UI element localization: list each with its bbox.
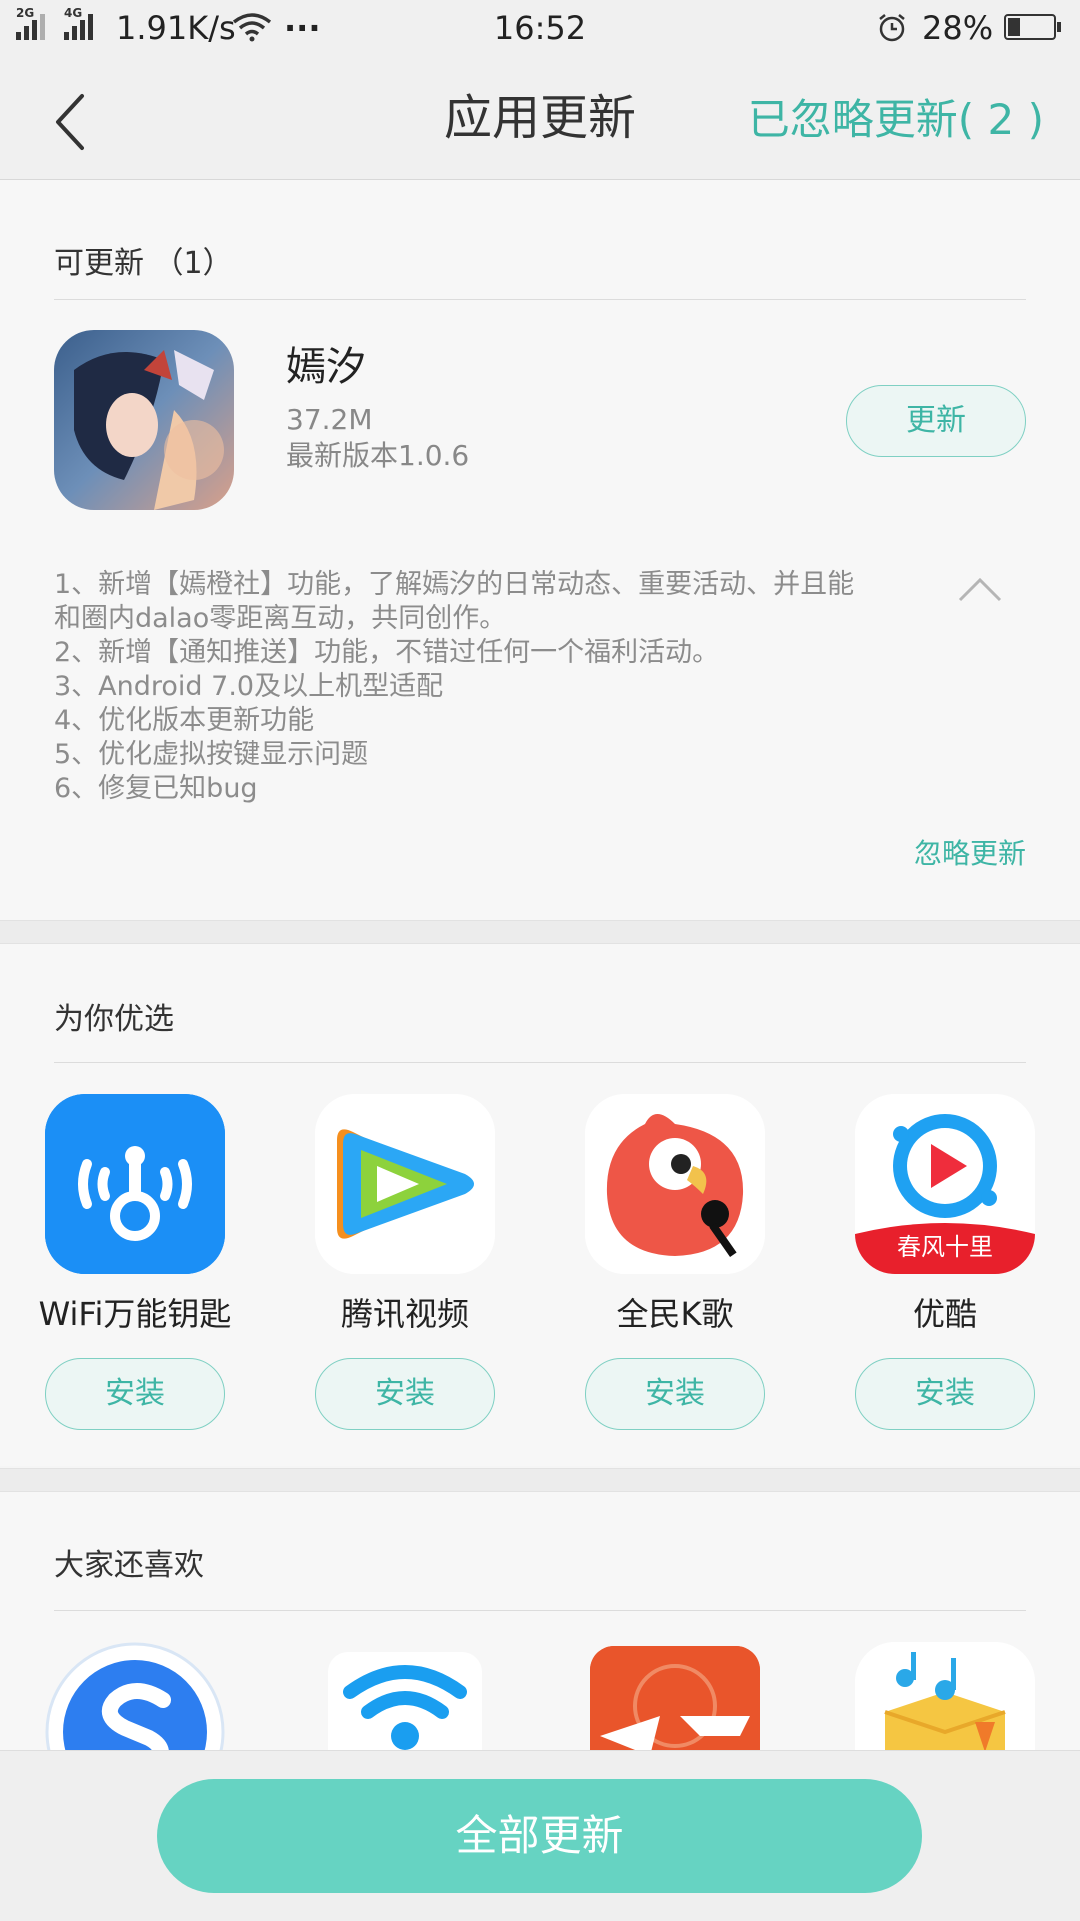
app-name: 腾讯视频 xyxy=(340,1295,469,1333)
clock: 16:52 xyxy=(493,9,587,47)
parrot-icon[interactable] xyxy=(585,1094,765,1274)
app-size: 37.2M xyxy=(286,403,373,436)
wifi-key-icon[interactable] xyxy=(45,1094,225,1274)
cf-game-icon[interactable] xyxy=(590,1646,760,1752)
play-icon[interactable] xyxy=(315,1094,495,1274)
also-liked-section: 大家还喜欢 xyxy=(0,1492,1080,1752)
app-name: 全民K歌 xyxy=(616,1295,734,1333)
release-note-line: 6、修复已知bug xyxy=(54,773,258,804)
section-title-picks: 为你优选 xyxy=(54,1002,174,1037)
release-note-line: 3、Android 7.0及以上机型适配 xyxy=(54,671,444,702)
bottom-bar: 全部更新 xyxy=(0,1750,1080,1921)
ignore-update-link[interactable]: 忽略更新 xyxy=(914,834,1026,874)
icon-badge-text: 春风十里 xyxy=(897,1233,993,1261)
app-name: WiFi万能钥匙 xyxy=(38,1295,232,1333)
section-gap xyxy=(0,1468,1080,1492)
release-note-line: 和圈内dalao零距离互动，共同创作。 xyxy=(54,603,507,634)
youku-play-icon[interactable]: 春风十里 xyxy=(855,1094,1035,1274)
ignored-updates-link[interactable]: 已忽略更新( 2 ) xyxy=(748,92,1044,148)
app-name: 优酷 xyxy=(912,1295,977,1333)
recommended-section: 为你优选 WiFi万能钥匙 安装 腾讯视频 安装 全民K歌 安装 春风十里 优酷… xyxy=(0,944,1080,1466)
recommended-app: 全民K歌 安装 xyxy=(585,1094,765,1430)
app-version: 最新版本1.0.6 xyxy=(286,439,470,472)
recommended-app: WiFi万能钥匙 安装 xyxy=(39,1094,231,1430)
app-icon-yanxi[interactable] xyxy=(54,330,234,510)
section-gap xyxy=(0,920,1080,944)
release-note-line: 5、优化虚拟按键显示问题 xyxy=(54,739,369,770)
wifi-icon[interactable] xyxy=(328,1652,482,1752)
sogou-icon[interactable] xyxy=(45,1642,225,1752)
updates-section: 可更新 （1） 嫣汐 37.2M 最新版本1.0.6 更新 1、新增【嫣橙社】功… xyxy=(0,180,1080,920)
release-note-line: 2、新增【通知推送】功能，不错过任何一个福利活动。 xyxy=(54,637,720,668)
release-notes: 1、新增【嫣橙社】功能，了解嫣汐的日常动态、重要活动、并且能 和圈内dalao零… xyxy=(54,568,934,806)
status-bar: 2G 4G 1.91K/s ··· 16:52 28% xyxy=(0,0,1080,56)
divider xyxy=(54,1610,1026,1611)
battery-percent: 28% xyxy=(922,9,994,47)
recommended-app: 春风十里 优酷 安装 xyxy=(855,1094,1035,1430)
release-note-line: 4、优化版本更新功能 xyxy=(54,705,315,736)
music-box-icon[interactable] xyxy=(855,1642,1035,1752)
divider xyxy=(54,299,1026,300)
chevron-up-icon[interactable] xyxy=(958,574,1002,604)
install-button[interactable]: 安装 xyxy=(585,1358,765,1430)
app-header: 应用更新 已忽略更新( 2 ) xyxy=(0,56,1080,180)
battery-icon xyxy=(1004,14,1061,40)
recommended-app: 腾讯视频 安装 xyxy=(315,1094,495,1430)
update-button[interactable]: 更新 xyxy=(846,385,1026,457)
section-title-updatable: 可更新 （1） xyxy=(54,246,233,281)
install-button[interactable]: 安装 xyxy=(45,1358,225,1430)
section-title-likes: 大家还喜欢 xyxy=(54,1548,204,1583)
alarm-icon xyxy=(879,14,905,42)
divider xyxy=(54,1062,1026,1063)
install-button[interactable]: 安装 xyxy=(315,1358,495,1430)
update-all-button[interactable]: 全部更新 xyxy=(157,1779,922,1893)
app-name: 嫣汐 xyxy=(286,344,366,390)
release-note-line: 1、新增【嫣橙社】功能，了解嫣汐的日常动态、重要活动、并且能 xyxy=(54,569,855,600)
install-button[interactable]: 安装 xyxy=(855,1358,1035,1430)
